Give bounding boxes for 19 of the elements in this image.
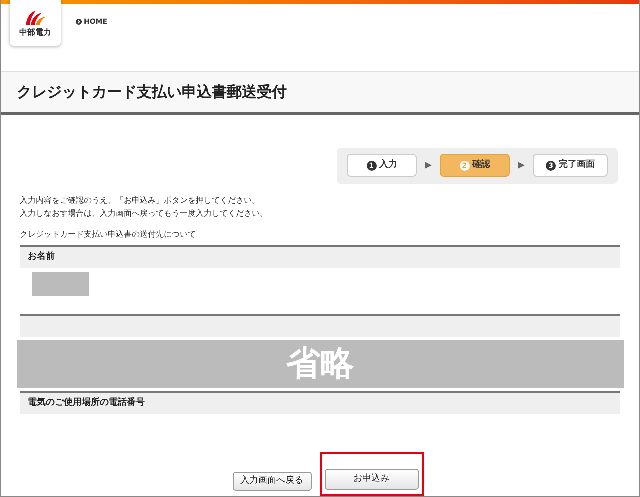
section-caption: クレジットカード支払い申込書の送付先について bbox=[20, 228, 197, 241]
form-button[interactable]: 入力画面へ戻る bbox=[232, 472, 312, 491]
logo-icon bbox=[24, 8, 48, 27]
step-label: 完了画面 bbox=[559, 159, 595, 172]
field-label: 電気のご使用場所の電話番号 bbox=[28, 396, 145, 410]
instruction-text: 入力しなおす場合は、入力画面へ戻ってもう一度入力してください。 bbox=[20, 208, 269, 220]
overlay-text: 省略 bbox=[286, 342, 354, 386]
logo-text: 中部電力 bbox=[20, 28, 52, 37]
step-label: 確認 bbox=[472, 159, 490, 172]
redacted-block bbox=[32, 272, 89, 296]
step-label: 入力 bbox=[380, 159, 398, 172]
instruction-text: 入力内容をご確認のうえ、「お申込み」ボタンを押してください。 bbox=[20, 194, 261, 207]
chevron-circle-icon bbox=[76, 18, 82, 25]
logo[interactable]: 中部電力 bbox=[10, 0, 61, 46]
field-label: お名前 bbox=[28, 250, 55, 264]
form-button[interactable]: お申込み bbox=[324, 469, 418, 490]
arrow-icon bbox=[425, 162, 432, 170]
page-title: クレジットカード支払い申込書郵送受付 bbox=[17, 82, 287, 103]
arrow-icon bbox=[518, 162, 525, 170]
